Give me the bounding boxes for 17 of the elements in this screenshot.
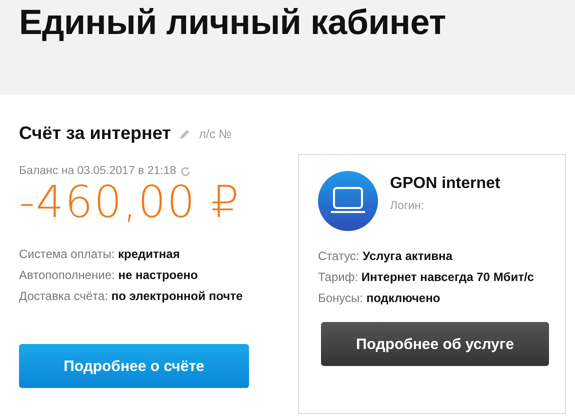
detail-line: Система оплаты: кредитная — [19, 247, 181, 262]
detail-line: Доставка счёта: по электронной почте — [19, 289, 244, 304]
detail-line: Автопополнение: не настроено — [19, 268, 199, 283]
pencil-icon[interactable] — [178, 128, 191, 140]
service-name: GPON internet — [390, 175, 500, 193]
page-title: Единый личный кабинет — [19, 3, 447, 43]
refresh-icon[interactable] — [180, 166, 192, 176]
detail-line: Тариф: Интернет навсегда 70 Мбит/с — [318, 270, 535, 285]
detail-line: Бонусы: подключено — [318, 291, 442, 306]
balance-date: Баланс на 03.05.2017 в 21:18 — [19, 165, 176, 177]
section-title: Счёт за интернет — [19, 123, 171, 144]
laptop-icon — [318, 171, 378, 231]
service-details-button[interactable]: Подробнее об услуге — [321, 322, 549, 366]
login-label: Логин: — [390, 200, 426, 212]
account-number-label: л/с № — [198, 126, 232, 140]
balance-amount: -460,00 ₽ — [19, 179, 241, 227]
detail-line: Статус: Услуга активна — [318, 249, 454, 264]
